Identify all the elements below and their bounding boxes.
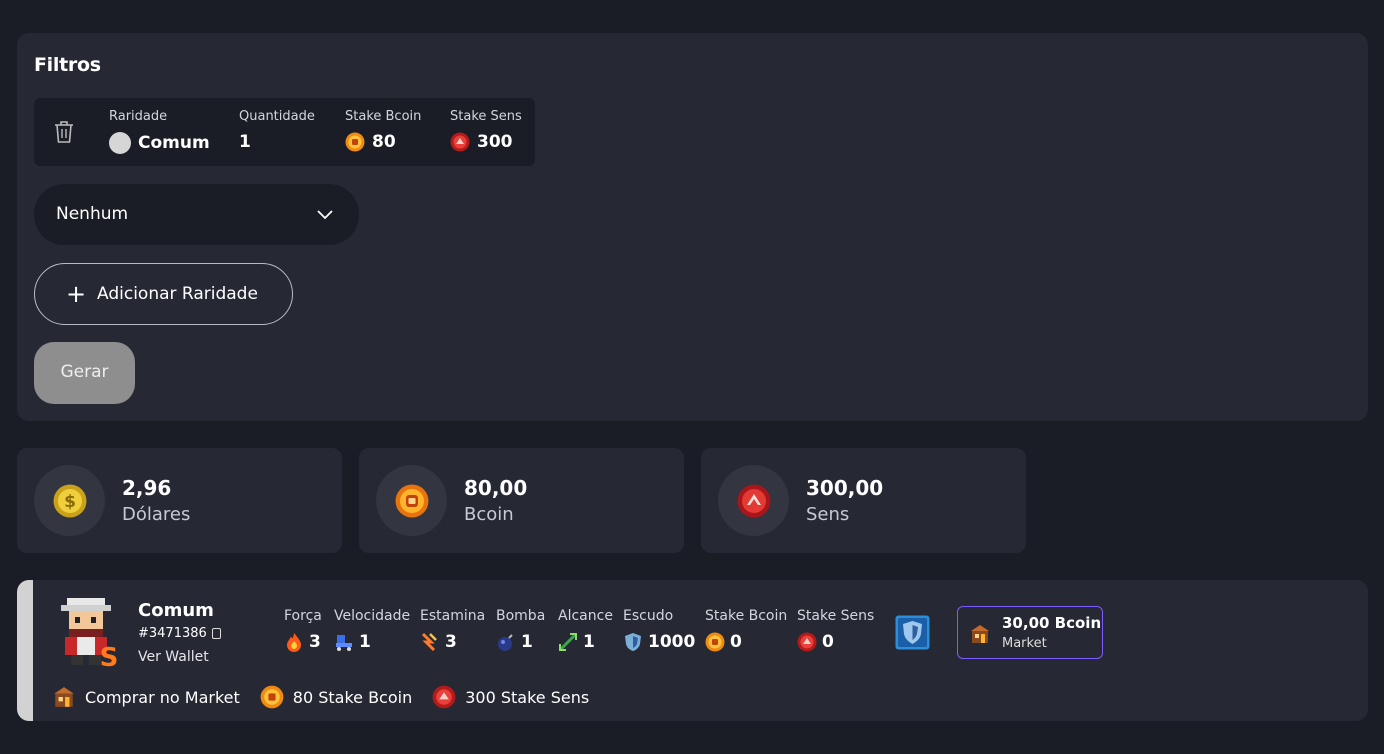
bcoin-icon (260, 685, 284, 709)
stake-bcoin-column: Stake Bcoin 80 (345, 109, 421, 152)
quantity-column: Quantidade 1 (239, 109, 315, 152)
attr-stake-sens: Stake Sens 0 (797, 608, 874, 652)
buy-on-market-button[interactable]: Comprar no Market (52, 685, 240, 709)
sens-value: 300,00 (806, 476, 884, 500)
market-price: 30,00 Bcoin (1002, 614, 1102, 632)
rarity-label: Raridade (109, 109, 168, 124)
svg-text:$: $ (64, 492, 76, 512)
attr-stake-bcoin: Stake Bcoin 0 (705, 608, 787, 652)
sens-unit: Sens (806, 504, 850, 525)
stat-card-sens: 300,00 Sens (701, 448, 1026, 553)
attr-label: Escudo (623, 608, 674, 624)
filter-row: Raridade Comum Quantidade 1 Stake Bcoin … (34, 98, 535, 166)
quantity-label: Quantidade (239, 109, 315, 124)
buy-on-market-label: Comprar no Market (85, 687, 240, 707)
stake-sens-column: Stake Sens 300 (450, 109, 522, 152)
chevron-down-icon (317, 210, 333, 220)
add-rarity-label: Adicionar Raridade (97, 284, 258, 304)
quantity-value[interactable]: 1 (239, 132, 251, 152)
attr-label: Estamina (420, 608, 486, 624)
sens-icon (432, 685, 456, 709)
shield-icon (625, 633, 641, 651)
bcoin-value: 80,00 (464, 476, 528, 500)
dollar-coin-icon: $ (53, 484, 87, 518)
market-price-button[interactable]: 30,00 Bcoin Market (957, 606, 1103, 659)
hero-avatar: S (61, 598, 119, 670)
hero-select[interactable]: Nenhum (34, 184, 359, 245)
attr-value: 1 (583, 632, 595, 652)
generate-label: Gerar (60, 362, 109, 382)
attr-bomba: Bomba 1 (496, 608, 545, 652)
attr-velocidade: Velocidade 1 (334, 608, 410, 652)
bomb-icon (498, 634, 513, 651)
sens-icon (450, 132, 470, 152)
attr-label: Stake Sens (797, 608, 875, 624)
hero-card: S Comum #3471386 Ver Wallet Força 3 Velo… (17, 580, 1368, 721)
range-icon (558, 632, 578, 652)
attr-value: 0 (822, 632, 834, 652)
attr-estamina: Estamina 3 (420, 608, 485, 652)
plus-icon: + (66, 280, 87, 308)
market-icon (971, 625, 989, 643)
filters-title: Filtros (34, 54, 101, 76)
attr-label: Alcance (558, 608, 613, 624)
sens-icon (737, 484, 771, 518)
filters-panel: Filtros Raridade Comum Quantidade 1 Stak… (17, 33, 1368, 421)
stake-sens-label: Stake Sens (450, 109, 522, 124)
attr-label: Stake Bcoin (705, 608, 788, 624)
attr-alcance: Alcance 1 (558, 608, 613, 652)
stake-bcoin-action-label: 80 Stake Bcoin (292, 687, 413, 707)
hero-select-value: Nenhum (56, 204, 129, 224)
bcoin-icon (395, 484, 429, 518)
skate-icon (336, 635, 352, 651)
stake-sens-action-label: 300 Stake Sens (465, 687, 590, 707)
shield-badge-icon[interactable] (895, 615, 930, 650)
bcoin-unit: Bcoin (464, 504, 514, 525)
rarity-column: Raridade Comum (109, 109, 210, 154)
attr-value: 3 (309, 632, 321, 652)
generate-button[interactable]: Gerar (34, 342, 135, 404)
attr-label: Velocidade (334, 608, 411, 624)
stat-card-bcoin: 80,00 Bcoin (359, 448, 684, 553)
stake-sens-button[interactable]: 300 Stake Sens (432, 685, 589, 709)
copy-icon[interactable] (211, 628, 221, 639)
trash-icon[interactable] (53, 120, 75, 144)
bcoin-icon (705, 632, 725, 652)
fire-icon (287, 633, 301, 652)
attr-value: 3 (445, 632, 457, 652)
hero-id: #3471386 (138, 626, 207, 641)
attr-value: 1 (359, 632, 371, 652)
add-rarity-button[interactable]: + Adicionar Raridade (34, 263, 293, 325)
stake-bcoin-label: Stake Bcoin (345, 109, 422, 124)
stat-card-dollars: $ 2,96 Dólares (17, 448, 342, 553)
view-wallet-link[interactable]: Ver Wallet (138, 649, 209, 665)
stake-bcoin-value[interactable]: 80 (372, 132, 396, 152)
attr-forca: Força 3 (284, 608, 322, 652)
dollars-unit: Dólares (122, 504, 191, 525)
market-icon (54, 687, 74, 707)
attr-value: 1 (521, 632, 533, 652)
attr-value: 1000 (648, 632, 696, 652)
attr-escudo: Escudo 1000 (623, 608, 695, 652)
attr-label: Bomba (496, 608, 546, 624)
hero-rarity-name: Comum (138, 600, 214, 621)
svg-text:S: S (100, 643, 119, 670)
hero-actions: Comprar no Market 80 Stake Bcoin 300 Sta… (52, 685, 609, 709)
rarity-stripe (17, 580, 33, 721)
attr-value: 0 (730, 632, 742, 652)
stake-sens-value[interactable]: 300 (477, 132, 513, 152)
sens-icon (797, 632, 817, 652)
market-label: Market (1002, 636, 1047, 651)
rarity-value: Comum (138, 133, 210, 153)
stake-bcoin-button[interactable]: 80 Stake Bcoin (260, 685, 412, 709)
rarity-color-dot (109, 132, 131, 154)
attr-label: Força (284, 608, 322, 624)
bcoin-icon (345, 132, 365, 152)
stamina-icon (421, 632, 437, 652)
dollars-value: 2,96 (122, 476, 172, 500)
